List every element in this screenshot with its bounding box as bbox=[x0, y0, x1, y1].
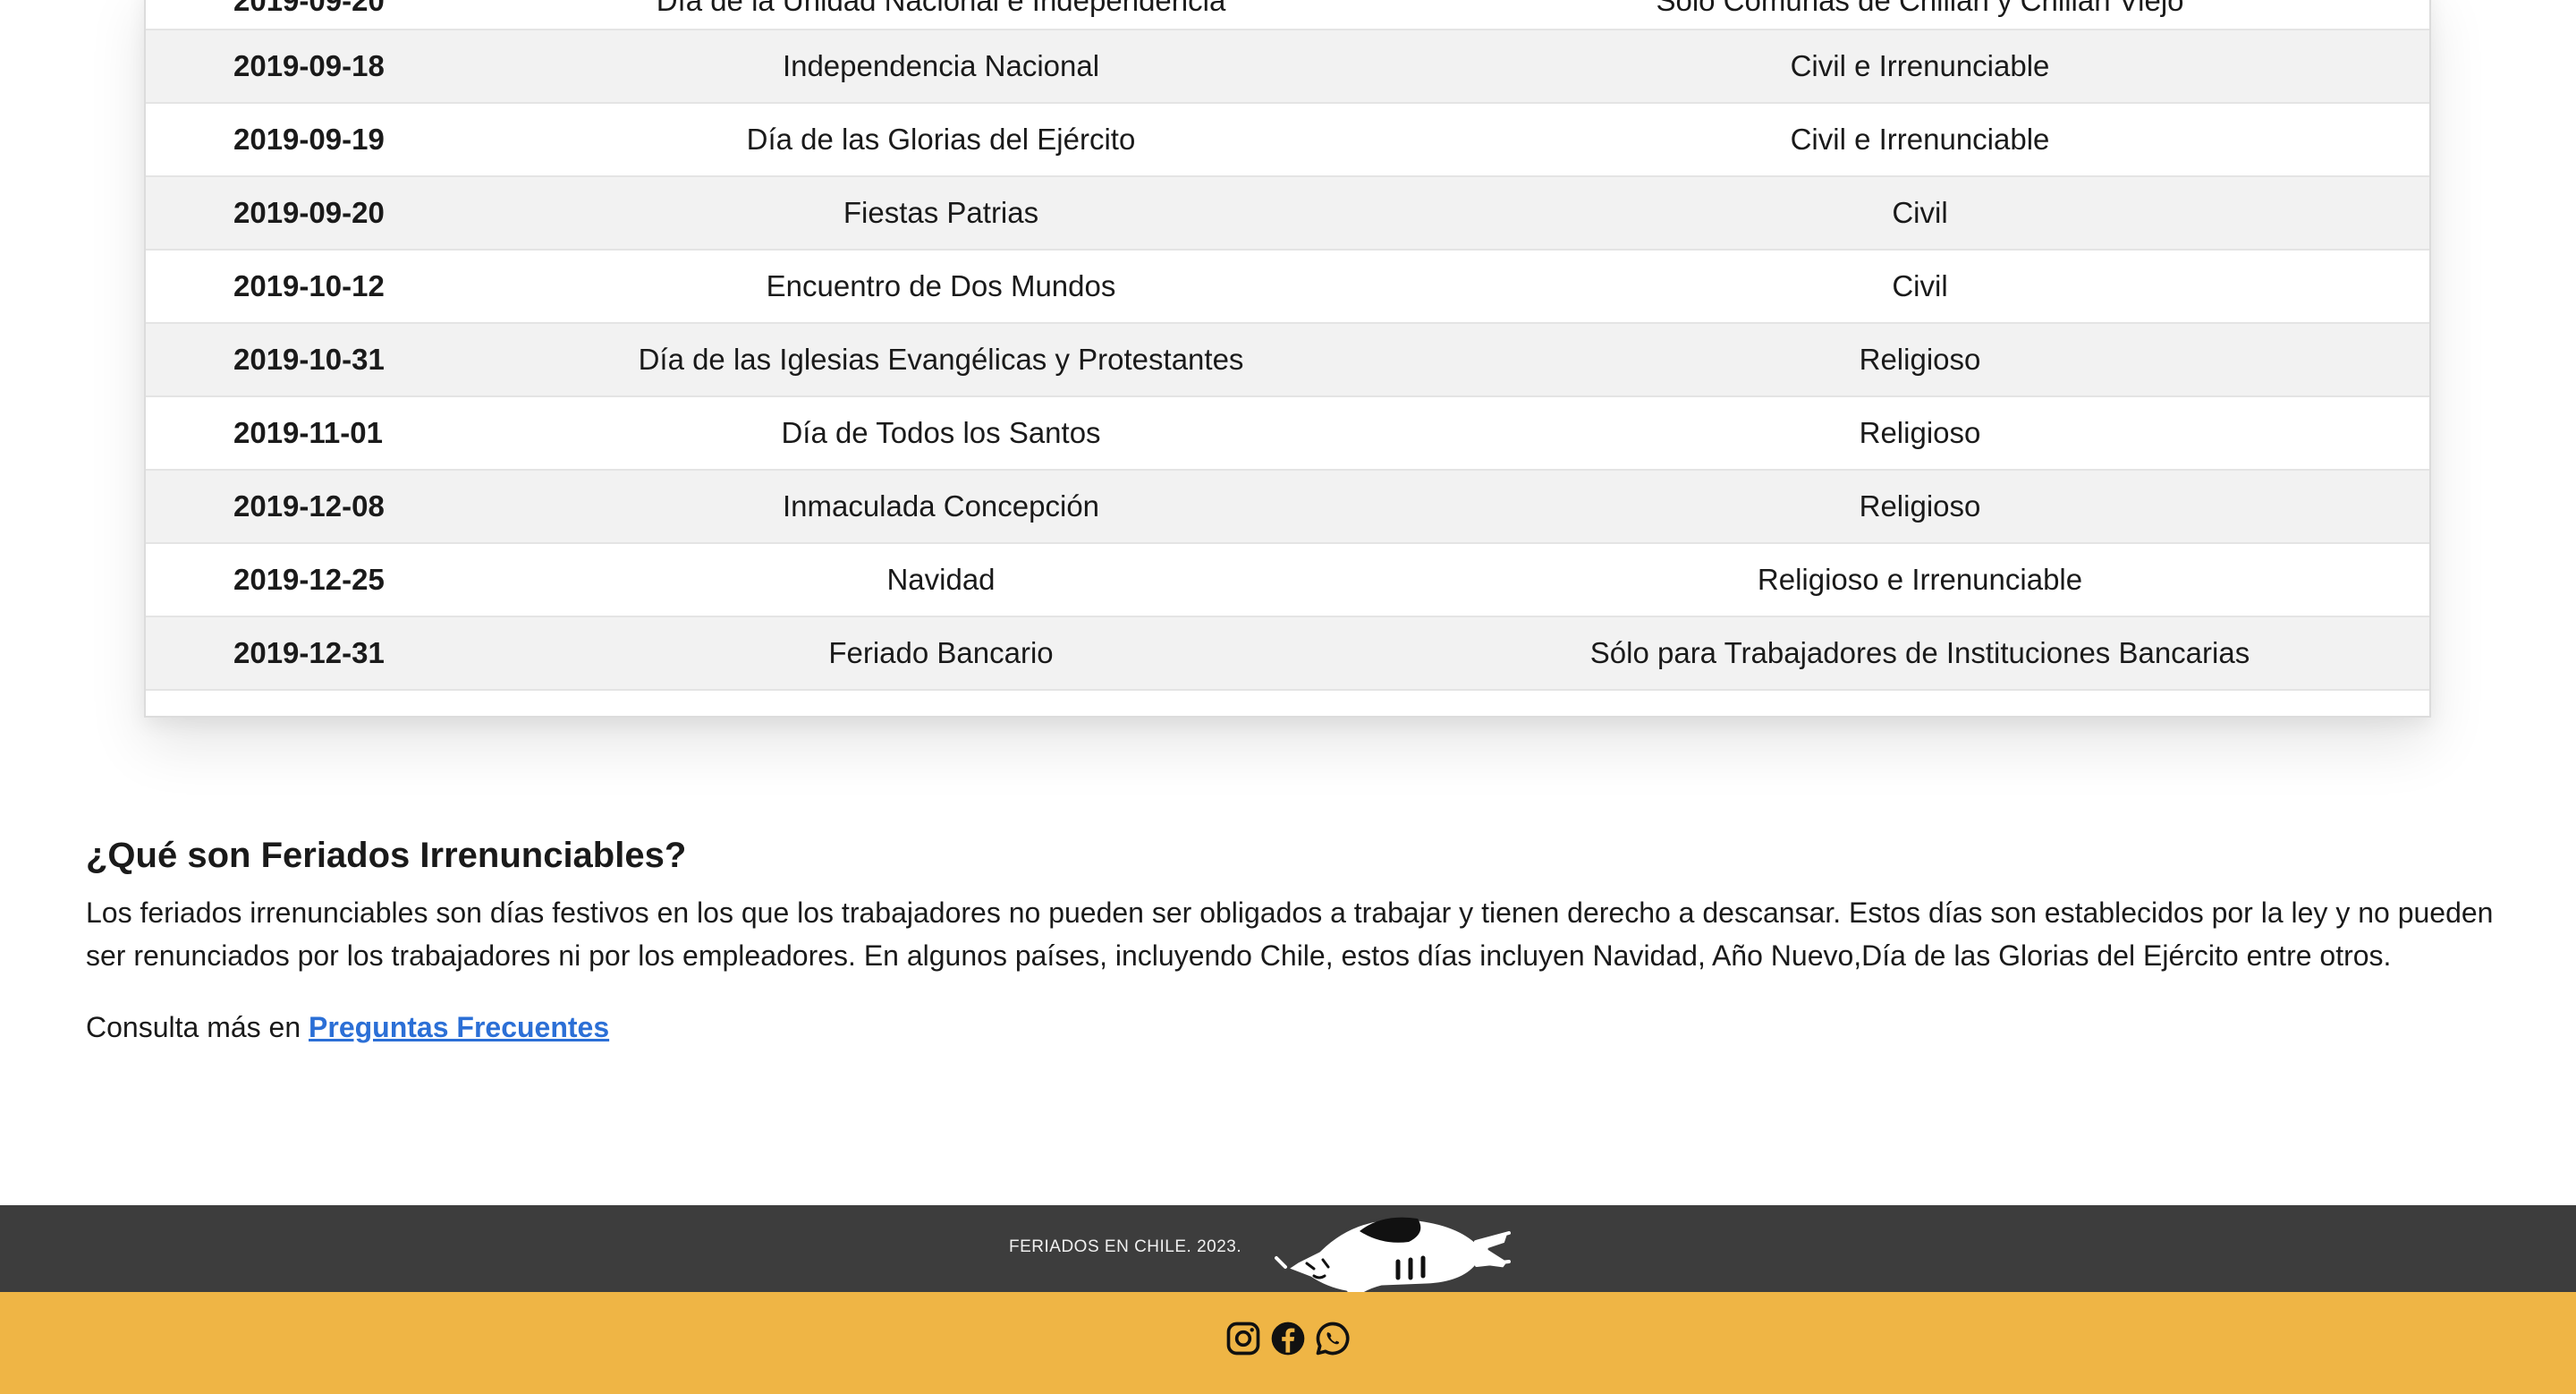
cell-type: Religioso bbox=[1411, 470, 2429, 544]
cell-name: Navidad bbox=[471, 543, 1411, 617]
cell-name: Día de las Iglesias Evangélicas y Protes… bbox=[471, 323, 1411, 397]
cell-date: 2019-11-01 bbox=[146, 396, 471, 471]
social-links bbox=[1224, 1319, 1352, 1358]
cell-date: 2019-10-12 bbox=[146, 250, 471, 324]
cell-type: Solo Comunas de Chillán y Chillán Viejo bbox=[1411, 0, 2429, 30]
cell-name: Inmaculada Concepción bbox=[471, 470, 1411, 544]
table-row: 2019-12-08 Inmaculada Concepción Religio… bbox=[146, 470, 2429, 544]
holidays-table: 2019-09-20 Día de la Unidad Nacional e I… bbox=[146, 0, 2429, 691]
faq-link[interactable]: Preguntas Frecuentes bbox=[309, 1011, 609, 1043]
cell-name: Encuentro de Dos Mundos bbox=[471, 250, 1411, 324]
cell-type: Sólo para Trabajadores de Instituciones … bbox=[1411, 616, 2429, 691]
table-row: 2019-11-01 Día de Todos los Santos Relig… bbox=[146, 396, 2429, 471]
table-row: 2019-10-31 Día de las Iglesias Evangélic… bbox=[146, 323, 2429, 397]
table-row: 2019-09-18 Independencia Nacional Civil … bbox=[146, 30, 2429, 104]
table-row: 2019-12-31 Feriado Bancario Sólo para Tr… bbox=[146, 616, 2429, 691]
cell-date: 2019-09-20 bbox=[146, 0, 471, 30]
cell-type: Religioso bbox=[1411, 323, 2429, 397]
cell-name: Feriado Bancario bbox=[471, 616, 1411, 691]
cell-type: Civil bbox=[1411, 176, 2429, 251]
cell-type: Civil bbox=[1411, 250, 2429, 324]
cell-type: Religioso e Irrenunciable bbox=[1411, 543, 2429, 617]
table-row: 2019-09-20 Fiestas Patrias Civil bbox=[146, 176, 2429, 251]
cell-date: 2019-09-18 bbox=[146, 30, 471, 104]
whatsapp-icon[interactable] bbox=[1313, 1319, 1352, 1358]
more-info-line: Consulta más en Preguntas Frecuentes bbox=[86, 1006, 2501, 1049]
page: 2019-09-20 Día de la Unidad Nacional e I… bbox=[0, 0, 2576, 1394]
table-row: 2019-12-25 Navidad Religioso e Irrenunci… bbox=[146, 543, 2429, 617]
footer-copyright: FERIADOS EN CHILE. 2023. bbox=[1009, 1237, 1242, 1256]
cell-name: Fiestas Patrias bbox=[471, 176, 1411, 251]
cell-date: 2019-12-31 bbox=[146, 616, 471, 691]
cell-date: 2019-12-08 bbox=[146, 470, 471, 544]
table-row: 2019-09-19 Día de las Glorias del Ejérci… bbox=[146, 103, 2429, 177]
table-row: 2019-10-12 Encuentro de Dos Mundos Civil bbox=[146, 250, 2429, 324]
cell-name: Independencia Nacional bbox=[471, 30, 1411, 104]
cell-date: 2019-09-20 bbox=[146, 176, 471, 251]
section-description: Los feriados irrenunciables son días fes… bbox=[86, 897, 2494, 972]
cell-date: 2019-10-31 bbox=[146, 323, 471, 397]
instagram-icon[interactable] bbox=[1224, 1319, 1263, 1358]
holidays-table-card: 2019-09-20 Día de la Unidad Nacional e I… bbox=[144, 0, 2431, 718]
table-row-partial: 2019-09-20 Día de la Unidad Nacional e I… bbox=[146, 0, 2429, 30]
more-info-prefix: Consulta más en bbox=[86, 1011, 309, 1043]
cell-type: Civil e Irrenunciable bbox=[1411, 103, 2429, 177]
cell-name: Día de las Glorias del Ejército bbox=[471, 103, 1411, 177]
cell-type: Religioso bbox=[1411, 396, 2429, 471]
cell-name: Día de Todos los Santos bbox=[471, 396, 1411, 471]
cell-date: 2019-12-25 bbox=[146, 543, 471, 617]
cell-name: Día de la Unidad Nacional e Independenci… bbox=[471, 0, 1411, 30]
facebook-icon[interactable] bbox=[1268, 1319, 1308, 1358]
irrenunciables-section: ¿Qué son Feriados Irrenunciables? Los fe… bbox=[86, 827, 2501, 1049]
cell-type: Civil e Irrenunciable bbox=[1411, 30, 2429, 104]
section-title: ¿Qué son Feriados Irrenunciables? bbox=[86, 836, 687, 875]
cell-date: 2019-09-19 bbox=[146, 103, 471, 177]
